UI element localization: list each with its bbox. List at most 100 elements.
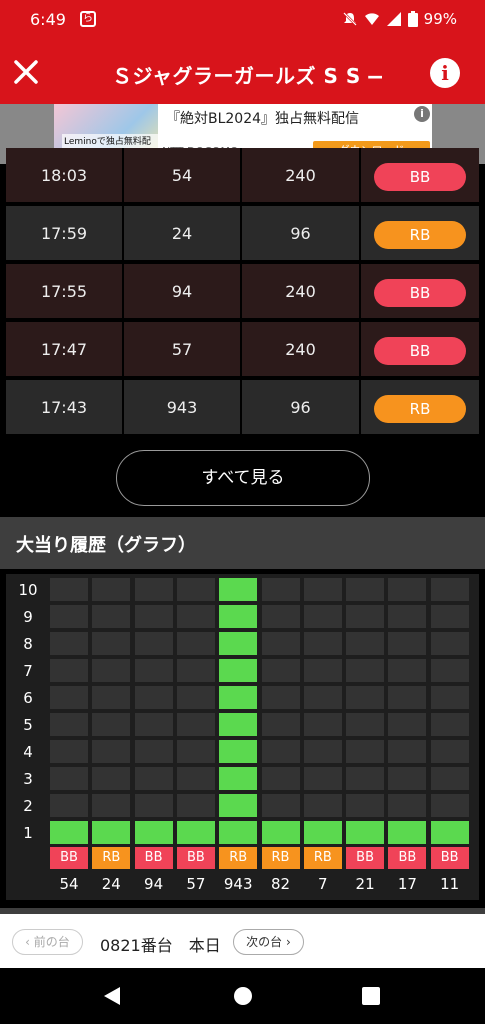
graph-y-label: 4 [23,743,33,761]
next-machine-button[interactable]: 次の台 › [233,929,304,955]
graph-bar-segment [303,821,342,844]
graph-bonus-type: BB [176,847,215,869]
graph-empty-cell [134,767,173,790]
table-row: 17:59 24 96 RB [6,206,479,262]
row-games: 943 [124,380,242,436]
graph-empty-cell [430,794,469,817]
graph-bar-segment [346,821,385,844]
graph-games-value: 17 [397,875,417,893]
graph-bonus-type: RB [219,847,258,869]
graph-empty-cell [50,713,88,736]
bonus-type-badge: BB [374,336,466,365]
graph-empty-cell [92,578,131,601]
graph-bonus-type: BB [388,847,427,869]
graph-empty-cell [92,686,131,709]
prev-machine-label: 前の台 [33,935,70,949]
ad-info-icon[interactable]: i [414,106,430,122]
graph-empty-cell [430,740,469,763]
graph-empty-cell [346,578,385,601]
graph-y-label: 10 [18,581,38,599]
graph-empty-cell [346,713,385,736]
graph-empty-cell [176,713,215,736]
graph-empty-cell [261,686,300,709]
graph-empty-cell [261,713,300,736]
bonus-type-badge: RB [374,220,466,249]
graph-bonus-type: BB [50,847,88,869]
table-row: 17:47 57 240 BB [6,322,479,378]
table-row: 17:43 943 96 RB [6,380,479,436]
graph-empty-cell [303,632,342,655]
notification-icon: ら [80,11,96,27]
graph-empty-cell [176,740,215,763]
graph-empty-cell [303,659,342,682]
graph-bar-segment [134,821,173,844]
graph-games-value: 82 [270,875,291,893]
graph-bonus-type: RB [303,847,342,869]
bonus-type-badge: BB [374,162,466,191]
ad-headline[interactable]: 『絶対BL2024』独占無料配信 [166,108,359,128]
graph-y-label: 2 [23,797,33,815]
status-time: 6:49 [30,10,66,29]
graph-empty-cell [261,605,300,628]
graph-empty-cell [303,767,342,790]
row-payout: 240 [242,148,361,204]
graph-bar-segment [219,605,258,628]
graph-bar-segment [219,713,258,736]
graph-empty-cell [430,767,469,790]
signal-icon [386,12,401,26]
graph-empty-cell [50,686,88,709]
graph-empty-cell [346,767,385,790]
graph-empty-cell [346,686,385,709]
graph-bonus-type: RB [261,847,300,869]
row-payout: 240 [242,264,361,320]
graph-bar-segment [176,821,215,844]
graph-empty-cell [346,659,385,682]
graph-empty-cell [388,794,427,817]
graph-y-label: 6 [23,689,33,707]
graph-y-label: 9 [23,608,33,626]
bonus-type-badge: BB [374,278,466,307]
graph-y-label: 8 [23,635,33,653]
graph-empty-cell [346,605,385,628]
graph-empty-cell [261,794,300,817]
recents-icon[interactable] [362,987,380,1005]
table-row: 17:55 94 240 BB [6,264,479,320]
home-icon[interactable] [233,986,253,1006]
graph-bar-segment [430,821,469,844]
graph-games-value: 94 [144,875,164,893]
graph-empty-cell [303,794,342,817]
back-icon[interactable] [102,986,122,1006]
graph-bar-segment [219,794,258,817]
graph-empty-cell [134,605,173,628]
graph-empty-cell [92,659,131,682]
graph-empty-cell [176,794,215,817]
graph-empty-cell [388,740,427,763]
graph-empty-cell [388,605,427,628]
graph-bar-segment [261,821,300,844]
row-payout: 96 [242,380,361,436]
graph-empty-cell [346,740,385,763]
graph-bonus-type: RB [92,847,131,869]
close-icon[interactable] [10,56,42,88]
prev-machine-button[interactable]: ‹ 前の台 [12,929,83,955]
row-games: 57 [124,322,242,378]
graph-bonus-type: BB [430,847,469,869]
graph-empty-cell [176,605,215,628]
graph-empty-cell [430,605,469,628]
info-icon[interactable]: i [430,58,460,88]
graph-empty-cell [388,713,427,736]
graph-empty-cell [388,767,427,790]
graph-bar-segment [219,686,258,709]
graph-empty-cell [261,659,300,682]
app-header: Ｓジャグラーガールズ S S ―... i [0,40,485,104]
graph-bar-segment [388,821,427,844]
see-all-button[interactable]: すべて見る [116,450,370,506]
graph-bar-segment [50,821,88,844]
graph-bar-segment [219,767,258,790]
graph-empty-cell [50,578,88,601]
graph-bar-segment [219,632,258,655]
row-time: 18:03 [6,148,124,204]
graph-empty-cell [388,686,427,709]
graph-empty-cell [261,740,300,763]
graph-bonus-type: BB [346,847,385,869]
